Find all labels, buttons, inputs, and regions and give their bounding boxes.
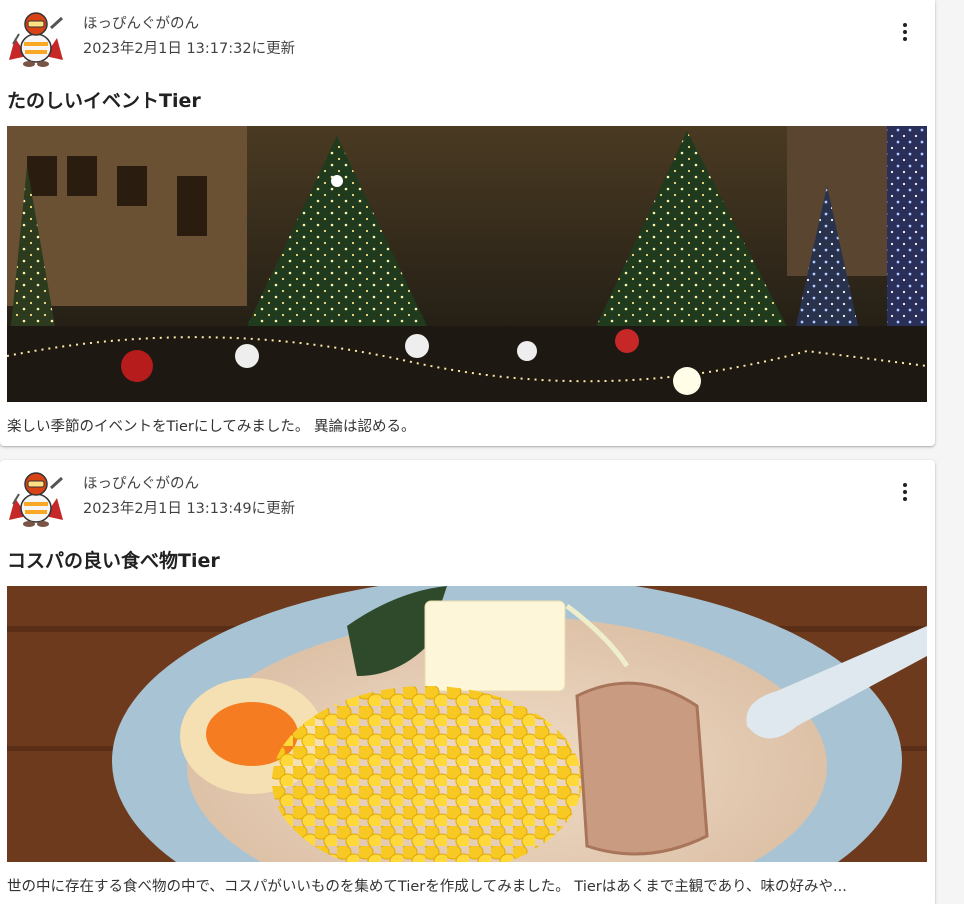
post-card[interactable]: ほっぴんぐがのん 2023年2月1日 13:17:32に更新 たのしいイベントT…	[0, 0, 935, 446]
ramen-photo[interactable]	[7, 586, 927, 862]
post-title[interactable]: コスパの良い食べ物Tier	[7, 546, 220, 573]
updated-timestamp: 2023年2月1日 13:13:49に更新	[83, 501, 296, 517]
avatar[interactable]	[7, 8, 65, 68]
post-title[interactable]: たのしいイベントTier	[7, 86, 201, 113]
post-header: ほっぴんぐがのん 2023年2月1日 13:17:32に更新	[0, 0, 935, 78]
post-description: 世の中に存在する食べ物の中で、コスパがいいものを集めてTierを作成してみました…	[7, 879, 847, 895]
post-header: ほっぴんぐがのん 2023年2月1日 13:13:49に更新	[0, 460, 935, 538]
post-feed: ほっぴんぐがのん 2023年2月1日 13:17:32に更新 たのしいイベントT…	[0, 0, 964, 904]
more-vert-icon[interactable]	[891, 478, 919, 506]
post-card[interactable]: ほっぴんぐがのん 2023年2月1日 13:13:49に更新 コスパの良い食べ物…	[0, 460, 935, 904]
avatar[interactable]	[7, 468, 65, 528]
author-name[interactable]: ほっぴんぐがのん	[83, 12, 199, 33]
post-description: 楽しい季節のイベントをTierにしてみました。 異論は認める。	[7, 419, 416, 435]
updated-timestamp: 2023年2月1日 13:17:32に更新	[83, 41, 296, 57]
christmas-lights-photo[interactable]	[7, 126, 927, 402]
author-name[interactable]: ほっぴんぐがのん	[83, 472, 199, 493]
more-vert-icon[interactable]	[891, 18, 919, 46]
